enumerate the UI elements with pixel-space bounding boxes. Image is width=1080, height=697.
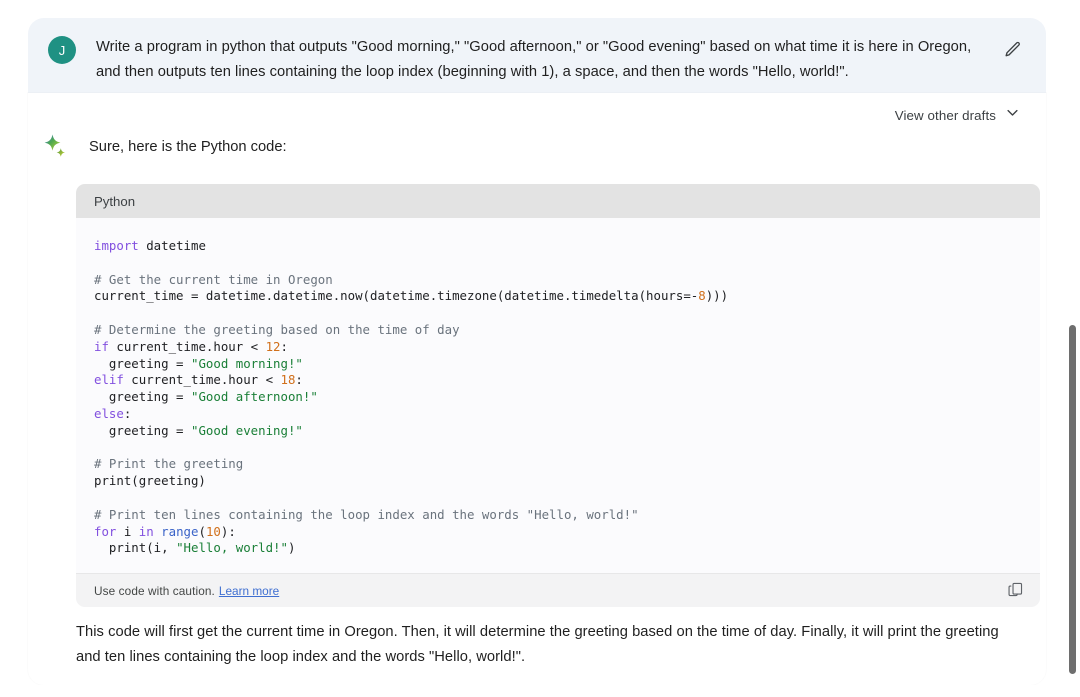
code-token: current_time.hour < xyxy=(123,372,281,388)
code-line: # Get the current time in Oregon xyxy=(94,272,1022,289)
sparkle-icon xyxy=(41,132,71,162)
assistant-answer-header: Sure, here is the Python code: xyxy=(40,132,287,162)
chat-page: J Write a program in python that outputs… xyxy=(0,0,1080,697)
code-token: "Good morning!" xyxy=(190,355,303,371)
learn-more-link[interactable]: Learn more xyxy=(219,584,279,598)
code-token: elif xyxy=(94,372,124,388)
code-token: : xyxy=(280,338,288,354)
code-token: print(greeting) xyxy=(94,473,206,489)
code-token: # Print ten lines containing the loop in… xyxy=(94,506,639,522)
code-token: i xyxy=(116,523,139,539)
code-token: current_time.hour < xyxy=(108,338,266,354)
code-token: greeting = xyxy=(94,389,191,405)
code-token: ) xyxy=(287,540,296,556)
code-line: greeting = "Good morning!" xyxy=(94,356,1022,373)
code-token: : xyxy=(295,372,303,388)
code-line: else: xyxy=(94,406,1022,423)
code-line: greeting = "Good afternoon!" xyxy=(94,389,1022,406)
code-token: 8 xyxy=(698,288,706,304)
chevron-down-icon xyxy=(1005,105,1020,125)
copy-code-button[interactable] xyxy=(1002,578,1028,604)
copy-icon xyxy=(1007,581,1024,601)
code-token: in xyxy=(138,523,154,539)
user-message-bubble: J Write a program in python that outputs… xyxy=(28,18,1046,99)
code-token: for xyxy=(94,523,117,539)
code-line: if current_time.hour < 12: xyxy=(94,339,1022,356)
code-token: : xyxy=(123,405,132,421)
bottom-strip xyxy=(0,685,1080,697)
code-token: 18 xyxy=(280,372,296,388)
code-token: greeting = xyxy=(94,422,191,438)
code-line: print(i, "Hello, world!") xyxy=(94,540,1022,557)
code-token: ( xyxy=(198,523,206,539)
assistant-closing-text: This code will first get the current tim… xyxy=(76,624,999,665)
code-token: # Get the current time in Oregon xyxy=(94,271,333,287)
caution-text: Use code with caution. xyxy=(94,583,215,598)
code-token: range xyxy=(161,523,199,539)
code-token: # Determine the greeting based on the ti… xyxy=(94,321,460,337)
code-token: ): xyxy=(220,523,236,539)
code-token: import xyxy=(94,238,139,253)
code-token: print(i, xyxy=(94,540,177,556)
code-token: else xyxy=(94,405,124,421)
code-token: current_time = datetime.datetime.now(dat… xyxy=(94,288,699,304)
edit-prompt-button[interactable] xyxy=(998,37,1026,65)
code-language-header: Python xyxy=(76,184,1040,218)
user-prompt-text: Write a program in python that outputs "… xyxy=(96,39,972,80)
code-line: greeting = "Good evening!" xyxy=(94,423,1022,440)
code-line: current_time = datetime.datetime.now(dat… xyxy=(94,288,1022,305)
scrollbar-track[interactable] xyxy=(1066,0,1080,697)
code-token: "Good afternoon!" xyxy=(190,389,318,405)
code-footer: Use code with caution. Learn more xyxy=(76,573,1040,608)
code-line: # Print the greeting xyxy=(94,456,1022,473)
view-other-drafts-button[interactable]: View other drafts xyxy=(895,105,1020,125)
assistant-intro-text: Sure, here is the Python code: xyxy=(89,139,287,155)
code-line: elif current_time.hour < 18: xyxy=(94,372,1022,389)
scrollbar-thumb[interactable] xyxy=(1069,325,1076,674)
code-content[interactable]: import datetime # Get the current time i… xyxy=(76,218,1040,574)
pencil-icon xyxy=(1003,40,1022,62)
avatar: J xyxy=(48,36,76,64)
code-token: 12 xyxy=(265,338,281,354)
code-token: datetime xyxy=(138,238,206,253)
code-token: ))) xyxy=(705,288,729,304)
view-other-drafts-label: View other drafts xyxy=(894,107,996,123)
code-language-label: Python xyxy=(94,193,136,209)
code-line: import datetime xyxy=(94,238,1022,255)
code-token: # Print the greeting xyxy=(94,456,244,472)
code-token: "Hello, world!" xyxy=(176,540,288,556)
code-line: # Print ten lines containing the loop in… xyxy=(94,507,1022,524)
code-line: print(greeting) xyxy=(94,473,1022,490)
code-token: 10 xyxy=(205,523,221,539)
code-line: for i in range(10): xyxy=(94,524,1022,541)
response-card: View other drafts Sure, here is the Pyth… xyxy=(28,93,1046,685)
code-token: if xyxy=(94,338,109,354)
code-token: greeting = xyxy=(94,355,191,371)
code-token: "Good evening!" xyxy=(190,422,303,438)
code-block: Python import datetime # Get the current… xyxy=(76,184,1040,608)
code-line: # Determine the greeting based on the ti… xyxy=(94,322,1022,339)
